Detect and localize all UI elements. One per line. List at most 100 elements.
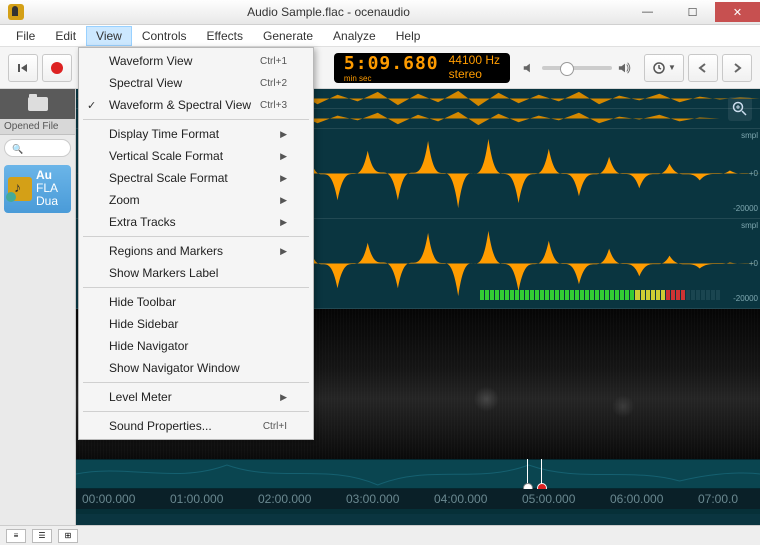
menu-item-label: Show Markers Label [109, 266, 218, 280]
menu-edit[interactable]: Edit [45, 26, 86, 46]
level-meter [480, 290, 720, 300]
menu-item-hide-toolbar[interactable]: Hide Toolbar [81, 291, 311, 313]
skip-back-button[interactable] [8, 54, 38, 82]
sample-rate: 44100 Hz [449, 54, 500, 67]
ruler-tick: 02:00.000 [258, 492, 311, 506]
meter-bar [651, 290, 655, 300]
menu-item-spectral-view[interactable]: Spectral ViewCtrl+2 [81, 72, 311, 94]
record-button[interactable] [42, 54, 72, 82]
arrow-right-icon [732, 63, 742, 73]
menu-controls[interactable]: Controls [132, 26, 197, 46]
menu-generate[interactable]: Generate [253, 26, 323, 46]
meter-bar [605, 290, 609, 300]
submenu-arrow-icon: ▶ [280, 151, 287, 162]
channel-mode: stereo [449, 68, 500, 81]
record-icon [51, 62, 63, 74]
menu-item-sound-properties[interactable]: Sound Properties...Ctrl+I [81, 415, 311, 437]
menu-item-hide-navigator[interactable]: Hide Navigator [81, 335, 311, 357]
maximize-button[interactable]: ☐ [670, 2, 715, 22]
menu-item-show-navigator-window[interactable]: Show Navigator Window [81, 357, 311, 379]
meter-bar [681, 290, 685, 300]
menubar: FileEditViewControlsEffectsGenerateAnaly… [0, 25, 760, 47]
speaker-icon[interactable] [618, 61, 632, 75]
ruler-tick: 01:00.000 [170, 492, 223, 506]
ruler-tick: 00:00.000 [82, 492, 135, 506]
menu-shortcut: Ctrl+3 [260, 100, 287, 111]
menu-view[interactable]: View [86, 26, 132, 46]
submenu-arrow-icon: ▶ [280, 217, 287, 228]
scale-label: +0 [749, 169, 758, 178]
meter-bar [661, 290, 665, 300]
meter-bar [565, 290, 569, 300]
nav-back-button[interactable] [688, 54, 718, 82]
meter-bar [686, 290, 690, 300]
meter-bar [575, 290, 579, 300]
navigator[interactable]: 00:00.00001:00.00002:00.00003:00.00004:0… [76, 459, 760, 514]
meter-bar [550, 290, 554, 300]
time-ruler[interactable]: 00:00.00001:00.00002:00.00003:00.00004:0… [76, 489, 760, 509]
playhead[interactable] [541, 459, 542, 489]
submenu-arrow-icon: ▶ [280, 173, 287, 184]
menu-item-label: Sound Properties... [109, 419, 212, 433]
menu-item-hide-sidebar[interactable]: Hide Sidebar [81, 313, 311, 335]
meter-bar [535, 290, 539, 300]
view-list-button[interactable]: ≡ [6, 529, 26, 543]
arrow-left-icon [698, 63, 708, 73]
meter-bar [676, 290, 680, 300]
search-input[interactable] [4, 139, 71, 157]
menu-item-level-meter[interactable]: Level Meter▶ [81, 386, 311, 408]
window-controls: — ☐ ✕ [625, 2, 760, 22]
minimize-button[interactable]: — [625, 2, 670, 22]
meter-bar [620, 290, 624, 300]
menu-item-zoom[interactable]: Zoom▶ [81, 189, 311, 211]
history-button[interactable]: ▼ [644, 54, 684, 82]
skip-back-icon [17, 62, 29, 74]
meter-bar [515, 290, 519, 300]
menu-item-spectral-scale-format[interactable]: Spectral Scale Format▶ [81, 167, 311, 189]
menu-help[interactable]: Help [386, 26, 431, 46]
menu-item-label: Hide Toolbar [109, 295, 176, 309]
close-button[interactable]: ✕ [715, 2, 760, 22]
view-detail-button[interactable]: ☰ [32, 529, 52, 543]
submenu-arrow-icon: ▶ [280, 392, 287, 403]
scale-label: smpl [741, 131, 758, 140]
meter-bar [716, 290, 720, 300]
scale-label: -20000 [733, 294, 758, 303]
menu-shortcut: Ctrl+2 [260, 78, 287, 89]
meter-bar [520, 290, 524, 300]
meter-bar [646, 290, 650, 300]
menu-item-regions-and-markers[interactable]: Regions and Markers▶ [81, 240, 311, 262]
menu-item-waveform-view[interactable]: Waveform ViewCtrl+1 [81, 50, 311, 72]
folder-button[interactable] [0, 89, 75, 119]
meter-bar [500, 290, 504, 300]
menu-shortcut: Ctrl+1 [260, 56, 287, 67]
volume-slider[interactable] [542, 66, 612, 70]
file-list-item[interactable]: Au FLA Dua [4, 165, 71, 213]
ruler-tick: 07:00.0 [698, 492, 738, 506]
menu-item-vertical-scale-format[interactable]: Vertical Scale Format▶ [81, 145, 311, 167]
opened-files-label: Opened File [0, 119, 75, 135]
menu-item-show-markers-label[interactable]: Show Markers Label [81, 262, 311, 284]
speaker-mute-icon[interactable] [522, 61, 536, 75]
toolbar-right: ▼ [644, 54, 752, 82]
nav-forward-button[interactable] [722, 54, 752, 82]
menu-item-display-time-format[interactable]: Display Time Format▶ [81, 123, 311, 145]
selection-marker[interactable] [527, 459, 528, 489]
meter-bar [625, 290, 629, 300]
meter-bar [635, 290, 639, 300]
menu-item-label: Show Navigator Window [109, 361, 240, 375]
view-grid-button[interactable]: ⊞ [58, 529, 78, 543]
menu-item-waveform-spectral-view[interactable]: ✓Waveform & Spectral ViewCtrl+3 [81, 94, 311, 116]
ruler-tick: 04:00.000 [434, 492, 487, 506]
menu-item-extra-tracks[interactable]: Extra Tracks▶ [81, 211, 311, 233]
view-menu-dropdown: Waveform ViewCtrl+1Spectral ViewCtrl+2✓W… [78, 47, 314, 440]
scale-label: +0 [749, 259, 758, 268]
menu-effects[interactable]: Effects [197, 26, 253, 46]
app-icon [8, 4, 24, 20]
menu-file[interactable]: File [6, 26, 45, 46]
meter-bar [490, 290, 494, 300]
meter-bar [691, 290, 695, 300]
menu-analyze[interactable]: Analyze [323, 26, 386, 46]
submenu-arrow-icon: ▶ [280, 246, 287, 257]
meter-bar [671, 290, 675, 300]
